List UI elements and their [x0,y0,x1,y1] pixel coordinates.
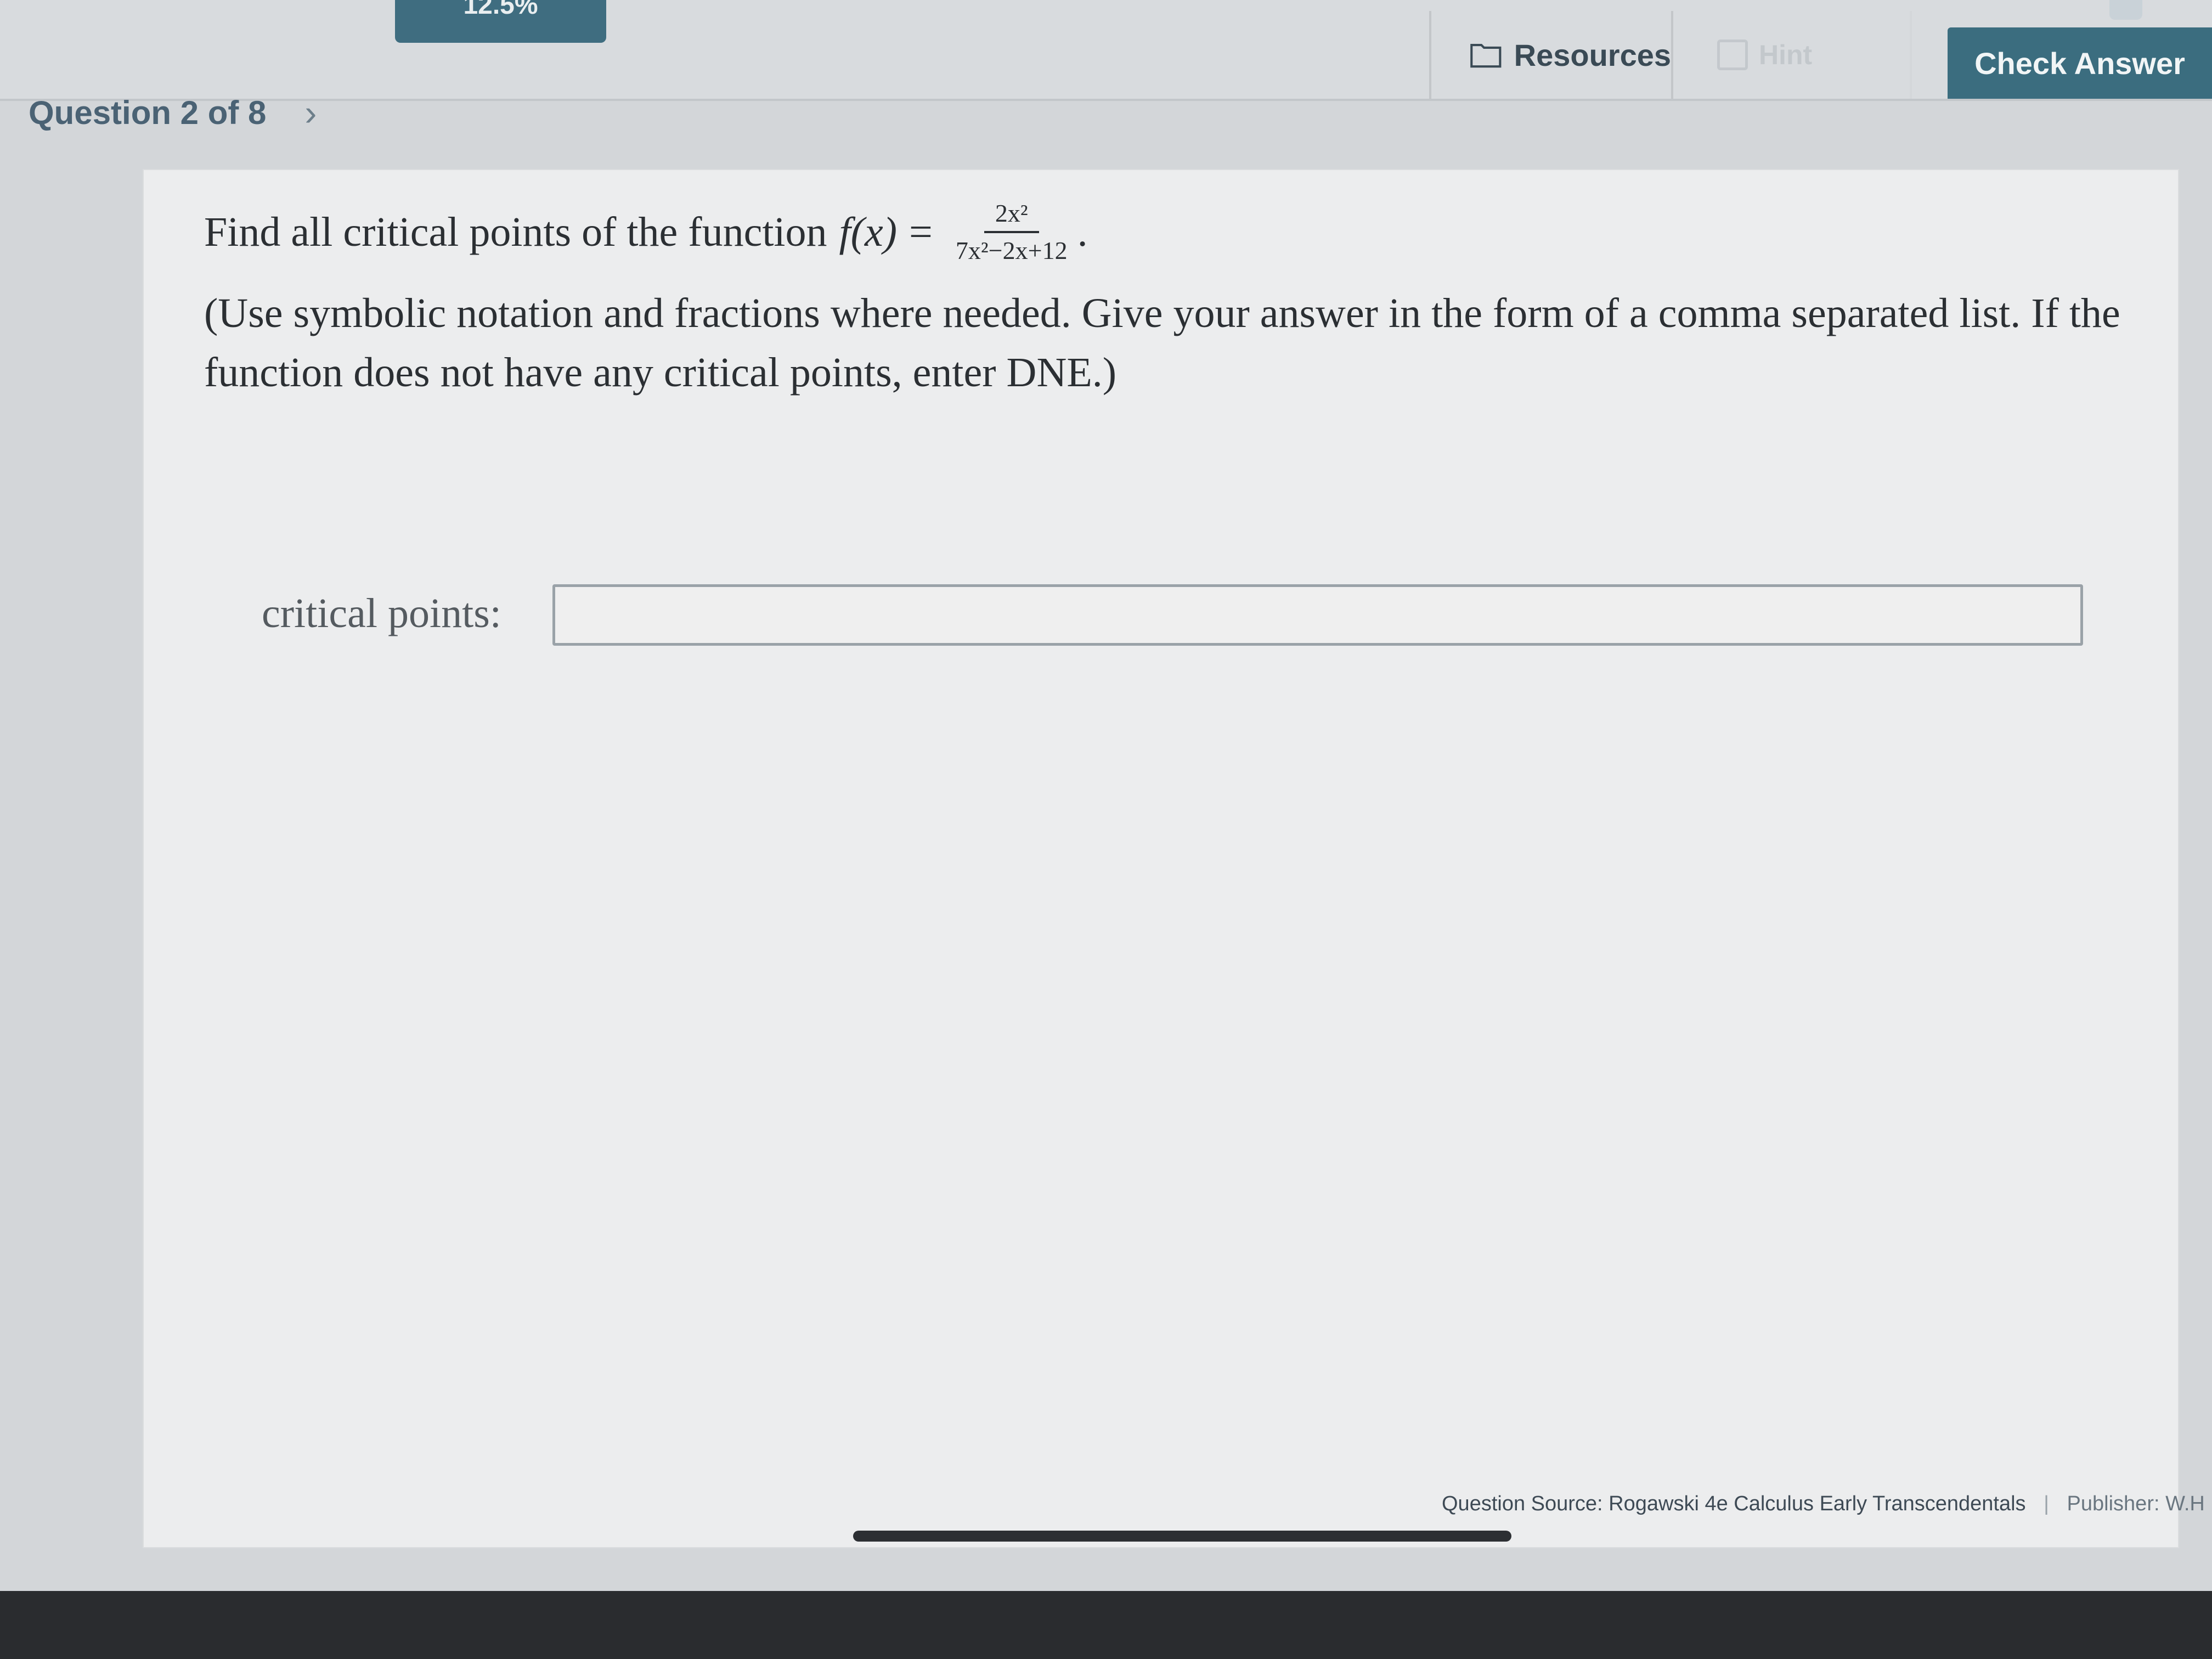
fraction-denominator: 7x²−2x+12 [955,236,1068,265]
bottom-divider [853,1531,1511,1542]
footer-separator: | [2044,1492,2049,1515]
answer-label: critical points: [262,590,501,636]
question-intro: Find all critical points of the function [204,208,827,255]
hint-label: Hint [1759,40,1813,70]
question-counter: Question 2 of 8 [29,94,267,131]
question-statement: Find all critical points of the function… [204,200,2124,264]
screen-bezel [0,1591,2212,1659]
question-card: Find all critical points of the function… [144,170,2178,1547]
progress-indicator: 12.5% [395,0,606,43]
hint-button[interactable]: Hint [1673,11,1912,99]
progress-text: 12.5% [463,0,538,20]
function-name: f(x) [839,208,898,255]
check-answer-button[interactable]: Check Answer [1948,27,2212,99]
resources-button[interactable]: Resources [1429,11,1673,99]
top-toolbar: 12.5% Resources Hint Check Answer [0,0,2212,101]
account-icon[interactable] [2109,0,2142,20]
statement-period: . [1077,208,1088,255]
question-navigation: Question 2 of 8 › [29,88,317,137]
function-fraction: 2x² 7x²−2x+12 [950,200,1073,264]
folder-icon [1470,38,1502,71]
equals-sign: = [909,208,933,255]
chevron-right-icon[interactable]: › [304,94,317,131]
publisher-text: Publisher: W.H [2067,1492,2205,1515]
hint-icon [1717,40,1748,70]
critical-points-input[interactable] [552,584,2083,646]
resources-label: Resources [1514,37,1671,72]
question-source-footer: Question Source: Rogawski 4e Calculus Ea… [1442,1492,2205,1516]
fraction-numerator: 2x² [984,200,1039,234]
question-prompt: Find all critical points of the function… [204,200,2124,402]
question-source: Question Source: Rogawski 4e Calculus Ea… [1442,1492,2026,1515]
question-instructions: (Use symbolic notation and fractions whe… [204,290,2120,396]
